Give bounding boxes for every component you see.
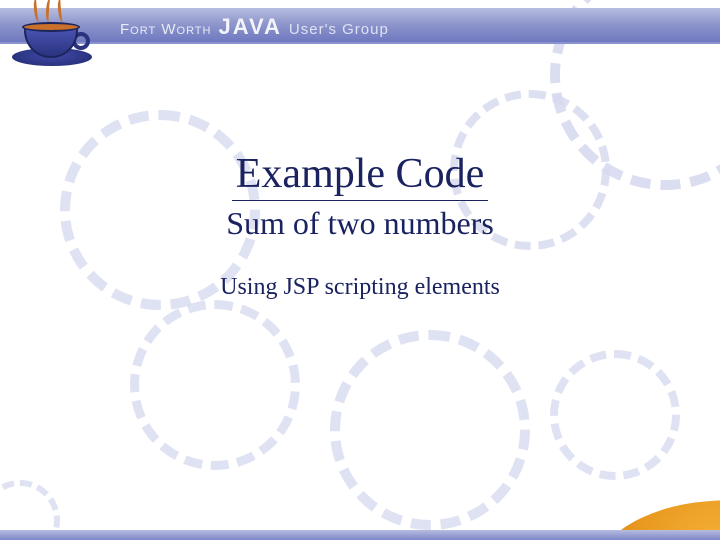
slide-header: Fort Worth JAVA User's Group xyxy=(0,0,720,72)
slide-body: Example Code Sum of two numbers Using JS… xyxy=(0,150,720,301)
org-prefix: Fort Worth xyxy=(120,21,211,38)
slide-subtitle: Sum of two numbers xyxy=(0,205,720,242)
bg-circle xyxy=(130,300,300,470)
footer-bar xyxy=(0,530,720,540)
org-title: Fort Worth JAVA User's Group xyxy=(120,14,389,40)
bg-circle xyxy=(330,330,530,530)
slide-title: Example Code xyxy=(232,150,488,201)
header-underline xyxy=(0,42,720,44)
bg-circle xyxy=(550,350,680,480)
org-name: JAVA xyxy=(218,14,281,40)
org-suffix: User's Group xyxy=(289,21,389,38)
java-cup-logo-icon xyxy=(6,2,106,72)
slide-description: Using JSP scripting elements xyxy=(0,274,720,301)
